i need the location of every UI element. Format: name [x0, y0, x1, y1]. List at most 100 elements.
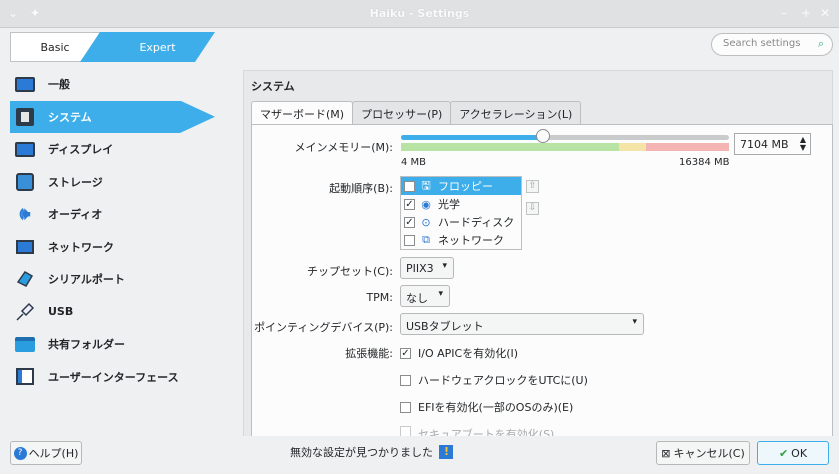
storage-icon	[14, 172, 36, 192]
sidebar-item-label: ディスプレイ	[48, 143, 114, 157]
search-icon: ⌕	[817, 37, 824, 50]
efi-checkbox[interactable]	[400, 401, 411, 413]
sidebar-item-label: USB	[48, 305, 74, 319]
cancel-label: キャンセル(C)	[673, 447, 745, 460]
chevron-down-icon: ▾	[438, 289, 443, 299]
minimize-icon[interactable]: –	[781, 6, 787, 20]
memory-gauge-safe	[401, 143, 619, 151]
boot-checkbox[interactable]	[404, 180, 415, 192]
help-button[interactable]: ? ヘルプ(H)	[10, 441, 82, 465]
status-text: 無効な設定が見つかりました	[290, 446, 433, 459]
boot-item-network[interactable]: ⧉ ネットワーク	[401, 231, 521, 249]
tpm-select[interactable]: なし ▾	[400, 285, 450, 307]
sidebar-item-general[interactable]: 一般	[10, 68, 215, 101]
memory-min-label: 4 MB	[401, 157, 427, 168]
boot-item-label: ネットワーク	[438, 234, 504, 247]
sidebar-item-label: ユーザーインターフェース	[48, 370, 179, 384]
io-apic-checkbox[interactable]: ✓	[400, 347, 411, 359]
display-icon	[14, 139, 36, 159]
tab-processor[interactable]: プロセッサー(P)	[352, 101, 452, 125]
warning-icon[interactable]	[439, 445, 453, 459]
utc-clock-checkbox[interactable]	[400, 374, 411, 386]
boot-item-floppy[interactable]: 🖫 フロッピー	[401, 177, 521, 195]
io-apic-label: I/O APICを有効化(I)	[418, 347, 519, 360]
efi-option[interactable]: EFIを有効化(一部のOSのみ)(E)	[400, 399, 573, 415]
monitor-icon	[14, 74, 36, 94]
cancel-button[interactable]: ⊠ キャンセル(C)	[656, 441, 750, 465]
io-apic-option[interactable]: ✓ I/O APICを有効化(I)	[400, 345, 518, 361]
move-up-button[interactable]: ⇧	[526, 180, 539, 193]
spin-arrows-icon[interactable]: ▲ ▼	[800, 136, 806, 152]
efi-label: EFIを有効化(一部のOSのみ)(E)	[418, 401, 574, 414]
boot-item-optical[interactable]: ✓ ◉ 光学	[401, 195, 521, 213]
help-icon: ?	[13, 446, 27, 460]
search-placeholder: Search settings	[723, 38, 801, 49]
memory-gauge	[401, 143, 729, 151]
boot-checkbox[interactable]: ✓	[404, 216, 415, 228]
checkmark-icon: ✔	[778, 446, 789, 460]
cancel-icon: ⊠	[661, 446, 671, 460]
pointing-device-select[interactable]: USBタブレット ▾	[400, 313, 644, 335]
pointing-device-value: USBタブレット	[406, 320, 484, 333]
memory-spinbox[interactable]: 7104 MB ▲ ▼	[734, 133, 811, 155]
memory-value: 7104 MB	[740, 138, 789, 151]
title-bar: ⌄ ✦ Haiku - Settings – + ✕	[0, 0, 839, 28]
sidebar-item-label: シリアルポート	[48, 273, 125, 287]
boot-checkbox[interactable]	[404, 234, 415, 246]
memory-slider-handle[interactable]	[536, 129, 551, 143]
sidebar-item-usb[interactable]: USB	[10, 296, 215, 329]
sidebar-item-shared-folders[interactable]: 共有フォルダー	[10, 328, 215, 361]
sidebar-item-label: オーディオ	[48, 208, 103, 222]
sidebar-item-label: ネットワーク	[48, 240, 114, 254]
tpm-label: TPM:	[366, 291, 393, 304]
search-input[interactable]: Search settings ⌕	[711, 33, 833, 56]
help-label: ヘルプ(H)	[28, 447, 79, 460]
boot-checkbox[interactable]: ✓	[404, 198, 415, 210]
ok-button[interactable]: ✔ OK	[757, 441, 829, 465]
chipset-value: PIIX3	[406, 262, 434, 275]
chipset-select[interactable]: PIIX3 ▾	[400, 257, 454, 279]
secure-boot-checkbox	[400, 426, 411, 436]
speaker-icon: 🕪	[19, 204, 31, 225]
maximize-icon[interactable]: +	[801, 6, 811, 20]
hard-disk-icon: ⊙	[421, 215, 431, 229]
sidebar-item-audio[interactable]: 🕪 オーディオ	[10, 198, 215, 231]
extended-features-label: 拡張機能:	[345, 347, 393, 360]
boot-order-label: 起動順序(B):	[329, 182, 393, 195]
sidebar-item-network[interactable]: ネットワーク	[10, 231, 215, 264]
mode-switch: Basic Expert	[10, 32, 215, 62]
memory-slider[interactable]	[401, 129, 729, 143]
ui-icon	[14, 367, 36, 387]
expert-mode-button[interactable]: Expert	[80, 32, 215, 62]
chipset-label: チップセット(C):	[307, 265, 393, 278]
memory-max-label: 16384 MB	[679, 157, 730, 168]
tab-motherboard[interactable]: マザーボード(M)	[251, 101, 354, 125]
close-icon[interactable]: ✕	[820, 6, 830, 20]
secure-boot-option: セキュアブートを有効化(S)	[400, 426, 554, 436]
secure-boot-label: セキュアブートを有効化(S)	[418, 428, 555, 436]
move-down-button[interactable]: ⇩	[526, 202, 539, 215]
boot-item-label: 光学	[438, 198, 460, 211]
sidebar-item-label: システム	[48, 110, 92, 124]
tab-bar: マザーボード(M) プロセッサー(P) アクセラレーション(L)	[251, 101, 582, 125]
window-title: Haiku - Settings	[369, 7, 470, 20]
sidebar-item-system[interactable]: システム	[10, 100, 215, 133]
sidebar-item-display[interactable]: ディスプレイ	[10, 133, 215, 166]
optical-icon: ◉	[421, 197, 431, 211]
tab-acceleration[interactable]: アクセラレーション(L)	[450, 101, 582, 125]
sidebar-item-serial-ports[interactable]: シリアルポート	[10, 263, 215, 296]
usb-icon	[14, 302, 36, 322]
boot-item-hard-disk[interactable]: ✓ ⊙ ハードディスク	[401, 213, 521, 231]
boot-item-label: フロッピー	[438, 180, 493, 193]
chevron-down-icon: ▾	[442, 261, 447, 271]
memory-gauge-warning	[619, 143, 646, 151]
pointing-device-label: ポインティングデバイス(P):	[254, 321, 393, 334]
serial-port-icon	[14, 269, 36, 289]
motherboard-panel	[251, 124, 833, 436]
boot-order-list[interactable]: 🖫 フロッピー ✓ ◉ 光学 ✓ ⊙ ハードディスク ⧉ ネットワーク	[400, 176, 522, 250]
floppy-icon: 🖫	[421, 178, 431, 192]
utc-clock-option[interactable]: ハードウェアクロックをUTCに(U)	[400, 372, 588, 388]
sidebar-item-storage[interactable]: ストレージ	[10, 166, 215, 199]
sidebar-item-user-interface[interactable]: ユーザーインターフェース	[10, 361, 215, 394]
sidebar-item-label: 一般	[48, 78, 70, 92]
